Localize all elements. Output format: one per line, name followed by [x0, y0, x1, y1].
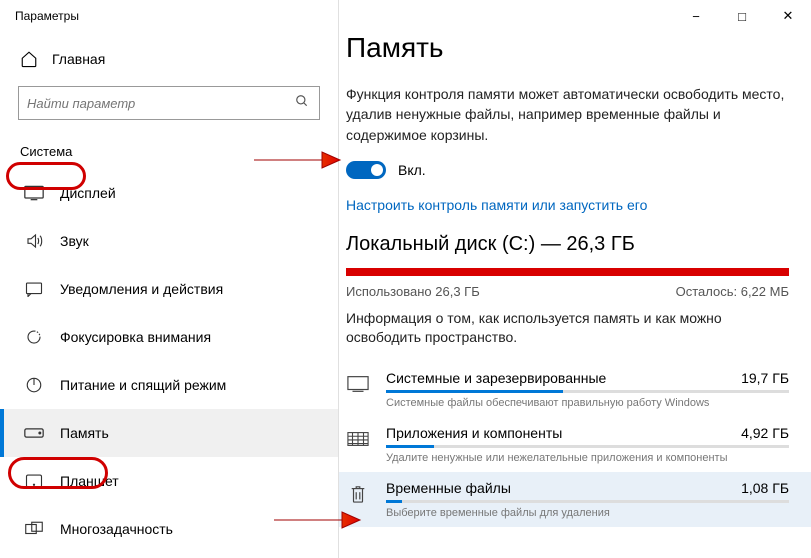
storage-sense-description: Функция контроля памяти может автоматиче… [346, 84, 789, 145]
nav-tablet[interactable]: Планшет [0, 457, 338, 505]
search-icon [295, 94, 311, 113]
search-input[interactable] [27, 96, 295, 111]
home-icon [20, 50, 38, 68]
apps-icon [346, 427, 370, 451]
item-sub: Удалите ненужные или нежелательные прило… [386, 452, 789, 464]
item-size: 19,7 ГБ [741, 370, 789, 386]
nav-label: Звук [60, 233, 89, 249]
nav-label: Память [60, 425, 109, 441]
home-label: Главная [52, 51, 105, 67]
nav-power[interactable]: Питание и спящий режим [0, 361, 338, 409]
page-title: Память [346, 32, 789, 64]
tablet-icon [24, 471, 44, 491]
maximize-button[interactable]: □ [719, 0, 765, 32]
nav-focus[interactable]: Фокусировка внимания [0, 313, 338, 361]
nav-notifications[interactable]: Уведомления и действия [0, 265, 338, 313]
item-size: 1,08 ГБ [741, 480, 789, 496]
nav-label: Многозадачность [60, 521, 173, 537]
storage-item-temp[interactable]: Временные файлы 1,08 ГБ Выберите временны… [338, 472, 811, 527]
nav-label: Уведомления и действия [60, 281, 223, 297]
nav-multitask[interactable]: Многозадачность [0, 505, 338, 553]
disk-title: Локальный диск (C:) — 26,3 ГБ [346, 233, 789, 256]
search-box[interactable] [18, 86, 320, 120]
nav-storage[interactable]: Память [0, 409, 338, 457]
trash-icon [346, 482, 370, 506]
notification-icon [24, 279, 44, 299]
item-name: Временные файлы [386, 480, 511, 496]
system-icon [346, 372, 370, 396]
category-header: Система [0, 134, 338, 169]
item-sub: Системные файлы обеспечивают правильную … [386, 397, 789, 409]
disk-usage-bar [346, 268, 789, 276]
item-size: 4,92 ГБ [741, 425, 789, 441]
nav-label: Фокусировка внимания [60, 329, 211, 345]
nav-label: Питание и спящий режим [60, 377, 226, 393]
storage-item-system[interactable]: Системные и зарезервированные 19,7 ГБ Сис… [346, 362, 789, 417]
configure-storage-sense-link[interactable]: Настроить контроль памяти или запустить … [346, 197, 789, 213]
nav-label: Дисплей [60, 185, 116, 201]
power-icon [24, 375, 44, 395]
free-label: Осталось: 6,22 МБ [676, 284, 789, 299]
home-nav[interactable]: Главная [0, 42, 338, 76]
multitask-icon [24, 519, 44, 539]
sound-icon [24, 231, 44, 251]
display-icon [24, 183, 44, 203]
close-button[interactable]: ✕ [765, 0, 811, 32]
toggle-label: Вкл. [398, 162, 426, 178]
nav-sound[interactable]: Звук [0, 217, 338, 265]
minimize-button[interactable]: − [673, 0, 719, 32]
nav-display[interactable]: Дисплей [0, 169, 338, 217]
nav-label: Планшет [60, 473, 119, 489]
used-label: Использовано 26,3 ГБ [346, 284, 480, 299]
storage-item-apps[interactable]: Приложения и компоненты 4,92 ГБ Удалите н… [346, 417, 789, 472]
item-name: Системные и зарезервированные [386, 370, 606, 386]
window-title: Параметры [15, 9, 79, 23]
item-sub: Выберите временные файлы для удаления [386, 507, 789, 519]
storage-icon [24, 423, 44, 443]
focus-icon [24, 327, 44, 347]
info-text: Информация о том, как используется памят… [346, 309, 789, 348]
storage-sense-toggle[interactable] [346, 161, 386, 179]
item-name: Приложения и компоненты [386, 425, 562, 441]
